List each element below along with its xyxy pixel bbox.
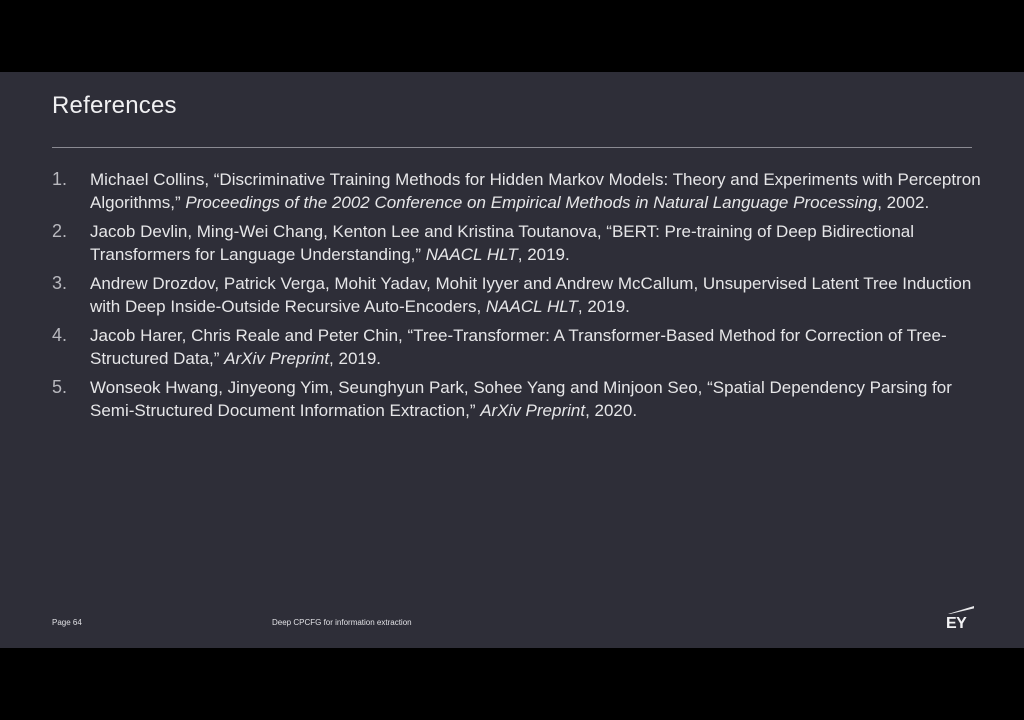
reference-number: 4. [52, 325, 68, 345]
references-list: 1. Michael Collins, “Discriminative Trai… [52, 168, 982, 428]
reference-number: 3. [52, 273, 68, 293]
reference-venue: Proceedings of the 2002 Conference on Em… [185, 193, 878, 212]
reference-venue: ArXiv Preprint [480, 401, 586, 420]
reference-year: , 2020. [585, 401, 638, 420]
footer-deck-title: Deep CPCFG for information extraction [272, 618, 412, 627]
footer-page-number: Page 64 [52, 618, 82, 627]
reference-item: 3. Andrew Drozdov, Patrick Verga, Mohit … [52, 272, 982, 318]
title-divider [52, 147, 972, 148]
slide: References 1. Michael Collins, “Discrimi… [0, 72, 1024, 648]
reference-item: 5. Wonseok Hwang, Jinyeong Yim, Seunghyu… [52, 376, 982, 422]
letterbox-bottom [0, 648, 1024, 720]
reference-item: 1. Michael Collins, “Discriminative Trai… [52, 168, 982, 214]
reference-text: Jacob Harer, Chris Reale and Peter Chin,… [90, 326, 947, 368]
ey-logo-text: EY [946, 615, 967, 632]
page-title: References [52, 92, 177, 119]
reference-venue: ArXiv Preprint [224, 349, 330, 368]
ey-logo: EY [944, 606, 976, 634]
ey-logo-beam [948, 606, 974, 614]
reference-number: 2. [52, 221, 68, 241]
reference-item: 2. Jacob Devlin, Ming-Wei Chang, Kenton … [52, 220, 982, 266]
reference-year: , 2019. [577, 297, 630, 316]
reference-number: 1. [52, 169, 68, 189]
letterbox-top [0, 0, 1024, 72]
reference-year: , 2019. [517, 245, 570, 264]
reference-venue: NAACL HLT [485, 297, 578, 316]
reference-item: 4. Jacob Harer, Chris Reale and Peter Ch… [52, 324, 982, 370]
reference-venue: NAACL HLT [425, 245, 518, 264]
reference-number: 5. [52, 377, 68, 397]
reference-year: , 2019. [329, 349, 382, 368]
reference-year: , 2002. [877, 193, 930, 212]
